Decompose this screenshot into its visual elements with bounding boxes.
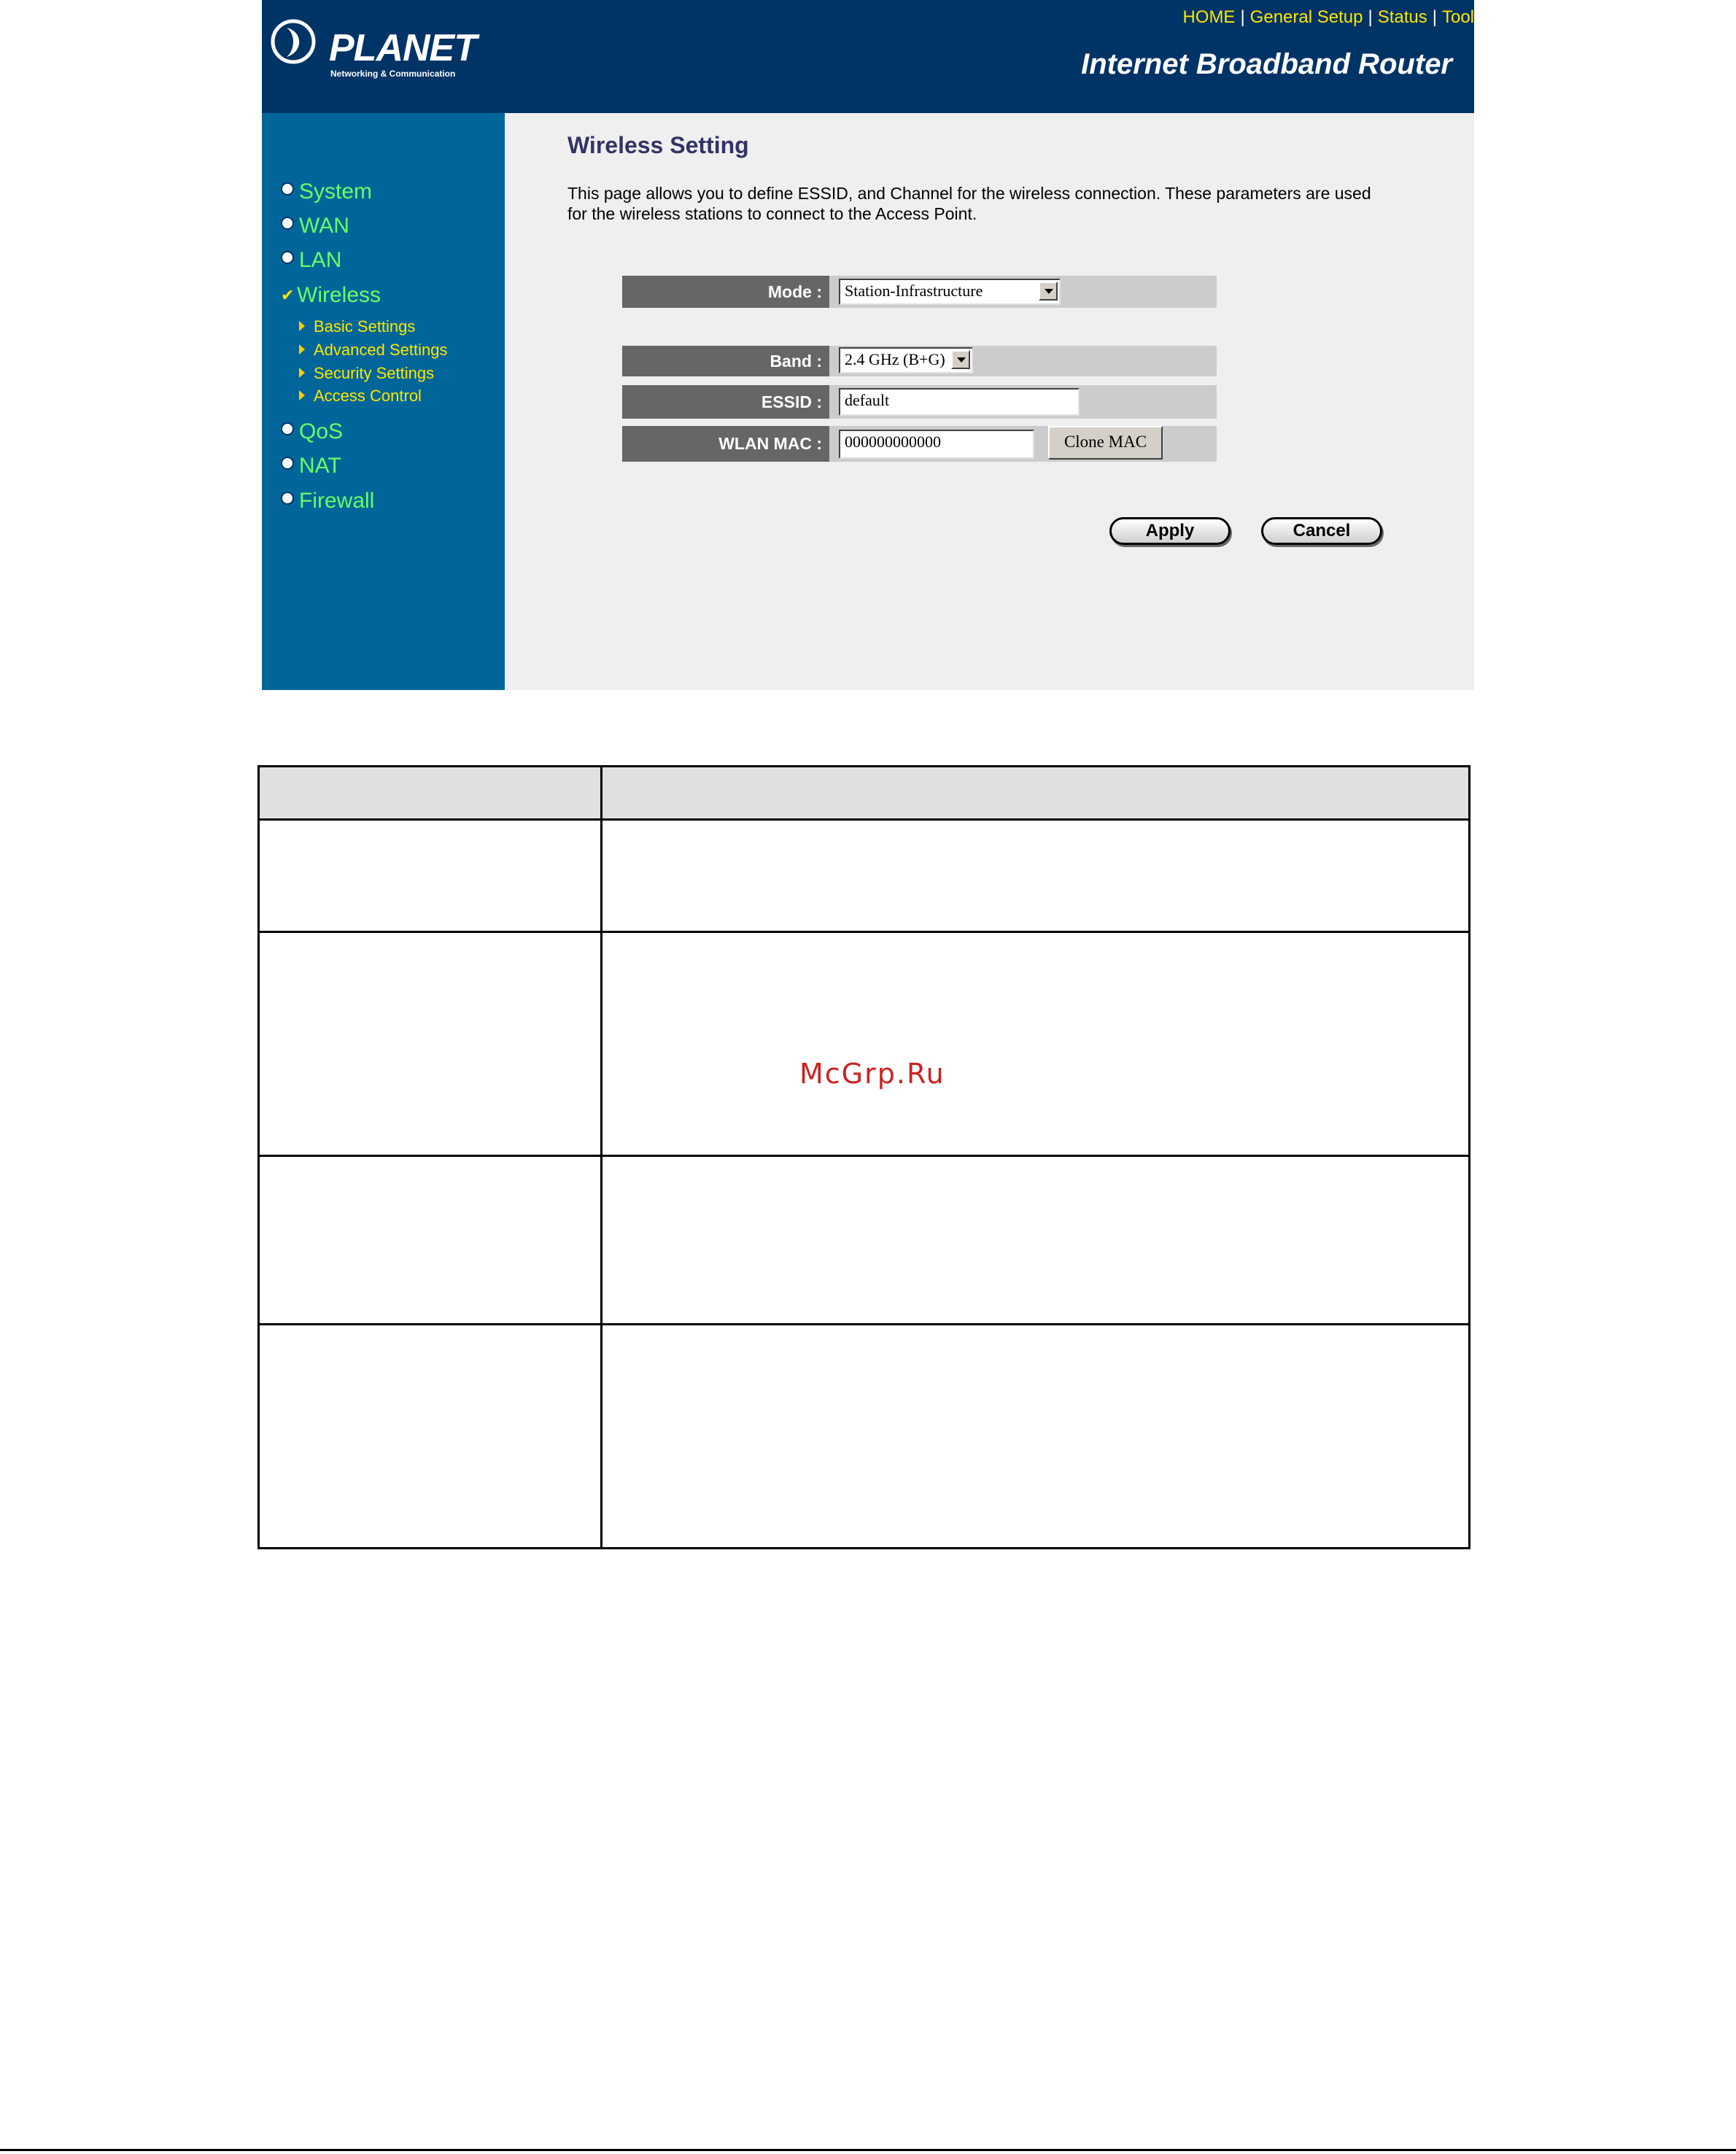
nav-separator: | [1432, 7, 1437, 27]
bullet-icon [281, 492, 294, 505]
band-label: Band : [622, 346, 829, 376]
nav-link-home[interactable]: HOME [1182, 7, 1235, 27]
brand-tagline: Networking & Communication [330, 69, 456, 79]
table-row [257, 1155, 1470, 1325]
arrow-right-icon [299, 321, 305, 331]
table-cell [257, 1323, 602, 1549]
brand-name: PLANET [329, 27, 477, 69]
band-select[interactable]: 2.4 GHz (B+G) [839, 347, 973, 373]
sidebar-subitem-access-control[interactable]: Access Control [299, 387, 422, 406]
band-select-value: 2.4 GHz (B+G) [845, 350, 945, 368]
parameter-table [257, 765, 1470, 1549]
sidebar-item-firewall[interactable]: Firewall [281, 489, 374, 514]
bullet-icon [281, 457, 294, 470]
clone-mac-button[interactable]: Clone MAC [1048, 426, 1163, 460]
sidebar: System WAN LAN ✔ Wireless Basic Settings … [262, 113, 505, 690]
table-header-row [257, 765, 1470, 821]
sidebar-item-label: Firewall [299, 489, 375, 513]
apply-button[interactable]: Apply [1109, 517, 1231, 545]
page-description: This page allows you to define ESSID, an… [567, 184, 1371, 223]
wlan-mac-input[interactable]: 000000000000 [839, 430, 1034, 459]
sidebar-item-label: QoS [299, 419, 344, 443]
footer-divider [0, 2149, 1736, 2151]
essid-label: ESSID : [622, 385, 829, 419]
table-row [257, 818, 1470, 933]
sidebar-item-label: Wireless [297, 283, 381, 307]
sidebar-item-label: WAN [299, 214, 349, 238]
table-header-cell [257, 765, 602, 821]
arrow-right-icon [299, 368, 305, 378]
arrow-right-icon [299, 344, 305, 355]
sidebar-item-wireless[interactable]: ✔ Wireless [281, 283, 381, 308]
mode-select-value: Station-Infrastructure [845, 282, 983, 300]
sidebar-item-label: System [299, 179, 373, 204]
planet-logo[interactable]: PLANET Networking & Communication [271, 16, 477, 79]
cancel-button[interactable]: Cancel [1261, 517, 1382, 545]
product-title: Internet Broadband Router [1081, 48, 1452, 80]
bullet-icon [281, 182, 294, 195]
nav-link-tool[interactable]: Tool [1442, 7, 1474, 27]
watermark: McGrp.Ru [799, 1058, 945, 1090]
bullet-icon [281, 422, 294, 435]
sidebar-subitem-label: Advanced Settings [314, 341, 448, 359]
planet-logo-icon [271, 19, 316, 64]
sidebar-subitem-basic-settings[interactable]: Basic Settings [299, 317, 415, 336]
wlan-mac-label: WLAN MAC : [622, 426, 829, 462]
check-icon: ✔ [281, 286, 295, 304]
table-cell [600, 1323, 1470, 1549]
table-cell [257, 1155, 602, 1325]
sidebar-item-nat[interactable]: NAT [281, 454, 341, 479]
table-cell [600, 1155, 1470, 1325]
table-cell [257, 931, 602, 1157]
table-cell [600, 818, 1470, 933]
sidebar-subitem-advanced-settings[interactable]: Advanced Settings [299, 341, 447, 360]
sidebar-item-lan[interactable]: LAN [281, 248, 341, 273]
bullet-icon [281, 251, 294, 264]
sidebar-item-label: LAN [299, 248, 342, 272]
header-bar: PLANET Networking & Communication HOME | G… [262, 0, 1474, 113]
page-title: Wireless Setting [567, 132, 749, 158]
chevron-down-icon[interactable] [1039, 282, 1058, 301]
mode-select[interactable]: Station-Infrastructure [839, 279, 1061, 305]
main-content: Wireless Setting This page allows you to… [505, 113, 1474, 690]
table-cell [257, 818, 602, 933]
arrow-right-icon [299, 390, 305, 400]
sidebar-item-system[interactable]: System [281, 179, 372, 204]
table-header-cell [600, 765, 1470, 821]
sidebar-item-label: NAT [299, 454, 341, 478]
nav-separator: | [1368, 7, 1373, 27]
mode-label: Mode : [622, 276, 829, 308]
sidebar-subitem-label: Security Settings [314, 364, 435, 382]
essid-input[interactable]: default [839, 388, 1080, 416]
table-row [257, 931, 1470, 1157]
sidebar-item-qos[interactable]: QoS [281, 419, 343, 444]
sidebar-subitem-security-settings[interactable]: Security Settings [299, 364, 434, 383]
bullet-icon [281, 217, 294, 230]
sidebar-subitem-label: Access Control [314, 387, 422, 405]
sidebar-subitem-label: Basic Settings [314, 317, 416, 336]
router-screenshot: PLANET Networking & Communication HOME | G… [262, 0, 1474, 690]
nav-link-general-setup[interactable]: General Setup [1250, 7, 1363, 27]
table-row [257, 1323, 1470, 1549]
nav-separator: | [1240, 7, 1245, 27]
sidebar-item-wan[interactable]: WAN [281, 214, 349, 239]
nav-link-status[interactable]: Status [1378, 7, 1427, 27]
table-cell [600, 931, 1470, 1157]
chevron-down-icon[interactable] [951, 350, 970, 369]
top-nav: HOME | General Setup | Status | Tool [1182, 7, 1474, 28]
